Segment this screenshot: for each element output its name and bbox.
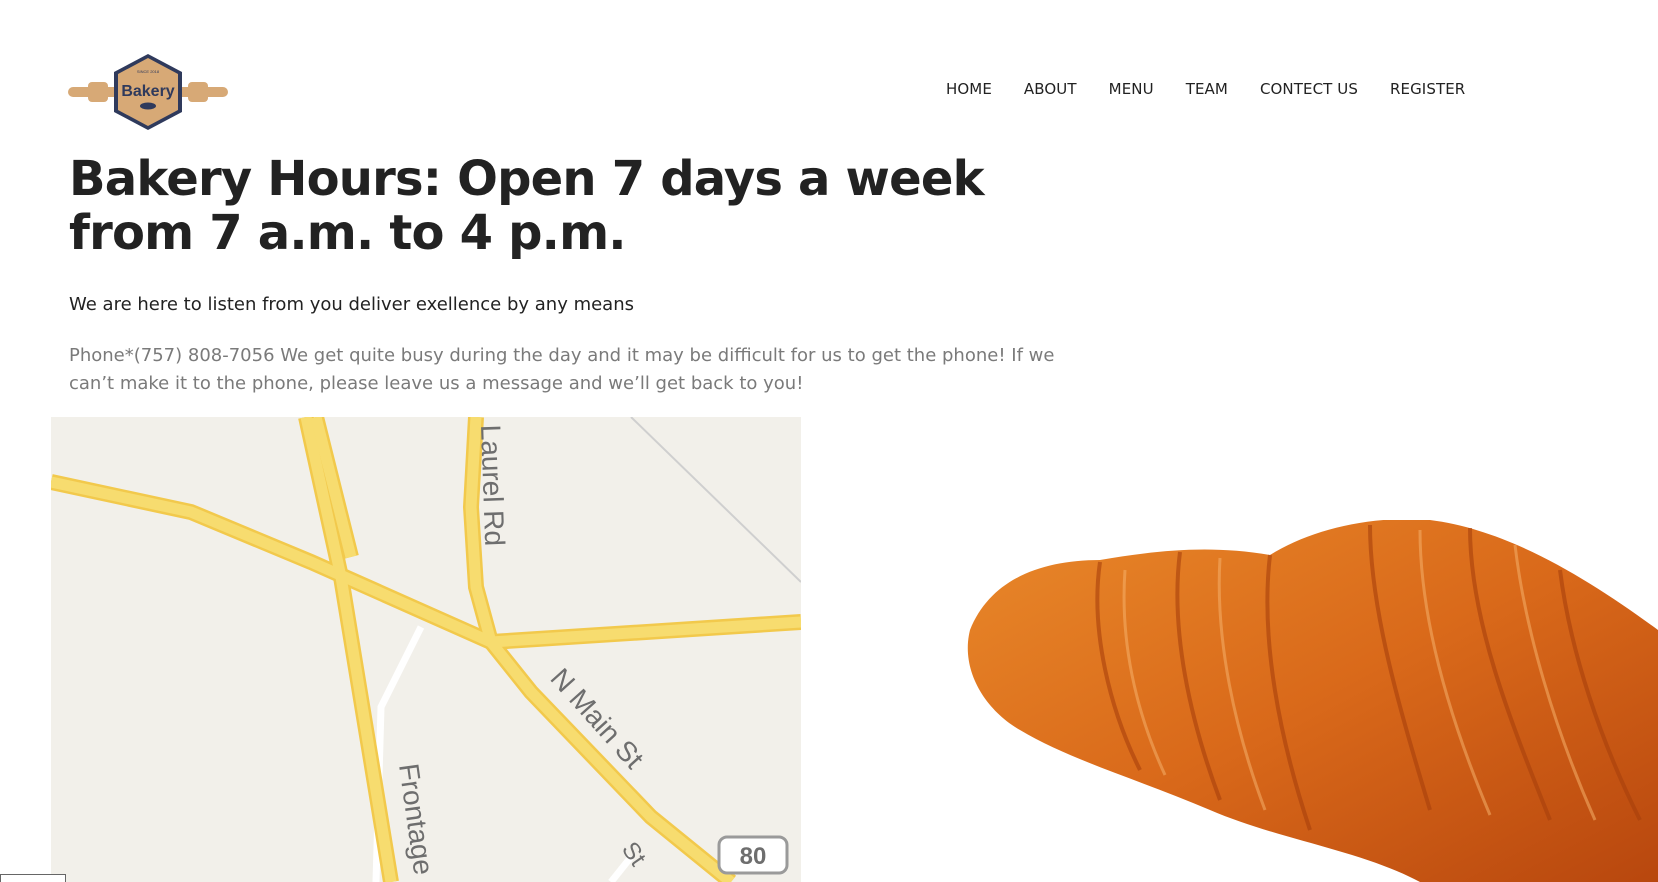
nav-menu[interactable]: MENU xyxy=(1109,80,1154,98)
route-shield-label: 80 xyxy=(740,843,767,870)
nav-team[interactable]: TEAM xyxy=(1186,80,1228,98)
nav-contact[interactable]: CONTECT US xyxy=(1260,80,1358,98)
map-label-laurel-rd: Laurel Rd xyxy=(475,424,510,546)
nav-home[interactable]: HOME xyxy=(946,80,992,98)
tagline: We are here to listen from you deliver e… xyxy=(69,294,634,315)
bakery-logo[interactable]: SINCE 2018 Bakery xyxy=(68,52,228,132)
page-title: Bakery Hours: Open 7 days a week from 7 … xyxy=(69,151,985,261)
nav-about[interactable]: ABOUT xyxy=(1024,80,1077,98)
croissant-image xyxy=(950,520,1658,882)
corner-tab xyxy=(0,874,66,882)
logo-small-text: SINCE 2018 xyxy=(137,69,160,74)
nav-register[interactable]: REGISTER xyxy=(1390,80,1465,98)
map-embed[interactable]: Laurel Rd N Main St Frontage St 80 xyxy=(51,417,801,882)
contact-info: Phone*(757) 808-7056 We get quite busy d… xyxy=(69,345,1055,394)
main-nav: HOME ABOUT MENU TEAM CONTECT US REGISTER xyxy=(946,80,1465,98)
logo-text: Bakery xyxy=(121,83,174,100)
